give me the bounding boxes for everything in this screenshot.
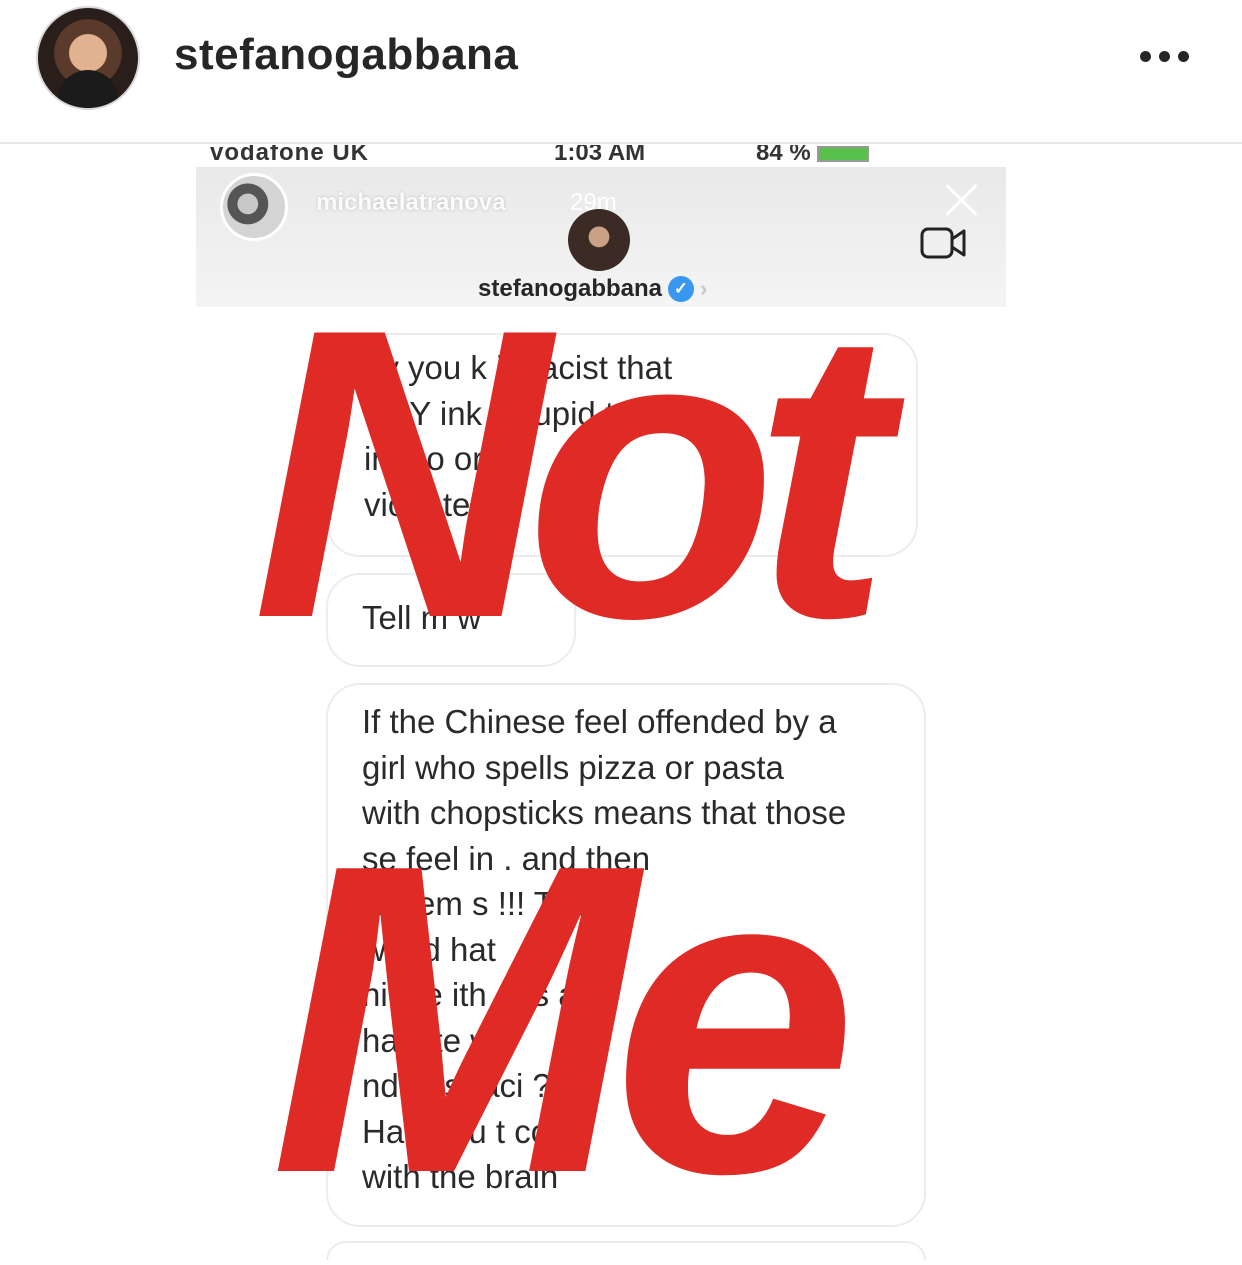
message-line: nd !! Is raci ? bbox=[362, 1067, 551, 1104]
phone-status-bar: vodafone UK 1:03 AM 84 % bbox=[196, 145, 1006, 167]
story-username: michaelatranova bbox=[316, 189, 506, 216]
message-bubble: hy you k is racist that o? Y ink w tupid… bbox=[326, 333, 918, 557]
message-line: with chopsticks means that those bbox=[362, 794, 847, 831]
dm-username-row[interactable]: stefanogabbana ✓ › bbox=[478, 275, 707, 303]
message-bubble-partial bbox=[326, 1241, 926, 1260]
message-line: world hat bbox=[362, 930, 496, 968]
dm-header: michaelatranova 29m stefanogabbana ✓ › bbox=[196, 167, 1006, 307]
carrier-label: vodafone UK bbox=[210, 145, 370, 166]
more-options-icon[interactable] bbox=[1140, 48, 1200, 64]
message-line: hy you k is racist that bbox=[364, 349, 673, 386]
message-line: o? Y ink w tupid to bbox=[364, 394, 633, 432]
close-icon[interactable] bbox=[942, 179, 982, 219]
battery-indicator: 84 % bbox=[756, 145, 869, 167]
message-line: hat ste w bbox=[362, 1021, 495, 1059]
post-header: stefanogabbana bbox=[0, 0, 1242, 144]
message-line: vio a te bbox=[364, 485, 471, 523]
message-line: Haha ou t com bbox=[362, 1112, 577, 1150]
message-bubble: If the Chinese feel offended by a girl w… bbox=[326, 683, 926, 1227]
verified-badge-icon: ✓ bbox=[668, 276, 695, 302]
profile-avatar[interactable] bbox=[36, 6, 140, 110]
post-username[interactable]: stefanogabbana bbox=[174, 30, 518, 80]
dm-username: stefanogabbana bbox=[478, 275, 663, 302]
message-line: roblem s !!! The bbox=[362, 885, 591, 922]
message-line: with the brain bbox=[362, 1158, 559, 1195]
message-line: se feel in . and then bbox=[362, 839, 651, 877]
story-avatar[interactable] bbox=[220, 173, 288, 241]
message-line: If the Chinese feel offended by a bbox=[362, 703, 837, 740]
message-bubble: Tell m w bbox=[326, 573, 576, 667]
battery-percent: 84 % bbox=[756, 145, 811, 166]
status-time: 1:03 AM bbox=[554, 145, 646, 166]
dm-avatar[interactable] bbox=[568, 209, 630, 271]
message-line: hi e e ith ops and bbox=[362, 976, 614, 1013]
message-line: Tell m w bbox=[362, 599, 482, 636]
video-call-icon[interactable] bbox=[920, 223, 968, 261]
posted-screenshot: vodafone UK 1:03 AM 84 % michaelatranova… bbox=[196, 145, 1006, 1260]
message-line: girl who spells pizza or pasta bbox=[362, 748, 784, 786]
battery-icon bbox=[816, 145, 869, 162]
chevron-right-icon: › bbox=[700, 276, 708, 301]
message-line: in a o or bbox=[364, 440, 484, 477]
